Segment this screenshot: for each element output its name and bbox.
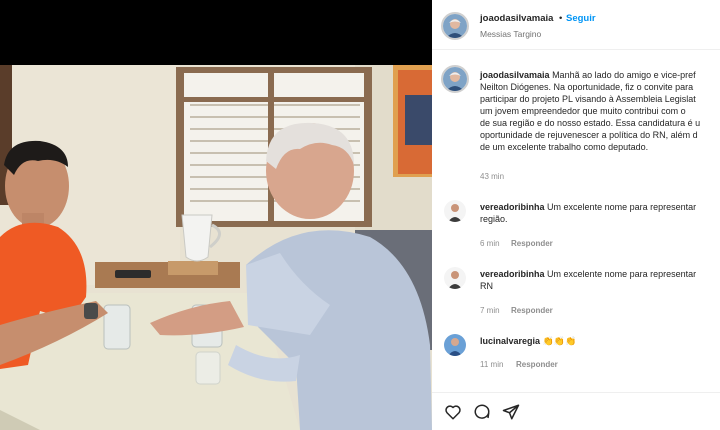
reply-button[interactable]: Responder: [511, 239, 553, 248]
avatar-image: [444, 200, 466, 222]
comment-avatar[interactable]: [444, 267, 466, 289]
comment-timestamp: 11 min: [480, 360, 504, 369]
caption-line: Neilton Diógenes. Na oportunidade, fiz o…: [480, 82, 694, 92]
share-icon[interactable]: [502, 403, 520, 421]
reply-button[interactable]: Responder: [516, 360, 558, 369]
post-actions: [432, 392, 720, 430]
comment-timestamp: 7 min: [480, 306, 500, 315]
comment: vereadoribinha Um excelente nome para re…: [480, 201, 720, 225]
header-username[interactable]: joaodasilvamaia: [480, 13, 553, 24]
avatar-image: [444, 334, 466, 356]
comment-username[interactable]: lucinalvaregia: [480, 336, 540, 346]
caption-line: joaodasilvamaia Manhã ao lado do amigo e…: [480, 69, 720, 81]
post-sidebar: joaodasilvamaia • Seguir Messias Targino…: [432, 0, 720, 430]
comment-text: região.: [480, 214, 508, 224]
avatar-image: [443, 67, 467, 91]
photo-scene: [0, 65, 432, 430]
comment-text: Um excelente nome para representar: [547, 202, 697, 212]
caption-line: de um excelente trabalho como deputado.: [480, 142, 649, 152]
avatar-image: [444, 267, 466, 289]
post-media: [0, 0, 432, 430]
caption-line: oportunidade de rejuvenescer a política …: [480, 130, 698, 140]
comment-timestamp: 6 min: [480, 239, 500, 248]
caption-line: participar do projeto PL visando à Assem…: [480, 94, 696, 104]
caption-line: um jovem empreendedor que muito contribu…: [480, 106, 686, 116]
header-separator: •: [559, 13, 563, 24]
heart-icon[interactable]: [444, 403, 462, 421]
caption-username[interactable]: joaodasilvamaia: [480, 70, 550, 80]
avatar-image: [443, 14, 467, 38]
reply-button[interactable]: Responder: [511, 306, 553, 315]
caption-avatar[interactable]: [441, 65, 469, 93]
comment-text: 👏👏👏: [542, 336, 577, 346]
profile-avatar[interactable]: [441, 12, 469, 40]
comment-text: Um excelente nome para representar: [547, 269, 697, 279]
comment: lucinalvaregia 👏👏👏: [480, 335, 720, 347]
comment-icon[interactable]: [473, 403, 491, 421]
follow-button[interactable]: Seguir: [566, 13, 596, 24]
comment: vereadoribinha Um excelente nome para re…: [480, 268, 720, 292]
comment-avatar[interactable]: [444, 200, 466, 222]
comment-text: RN: [480, 281, 493, 291]
post-header: joaodasilvamaia • Seguir Messias Targino: [432, 0, 720, 50]
caption-timestamp: 43 min: [480, 172, 505, 181]
post-photo[interactable]: [0, 65, 432, 430]
post-caption: joaodasilvamaia Manhã ao lado do amigo e…: [480, 69, 720, 153]
location-link[interactable]: Messias Targino: [480, 29, 541, 39]
caption-line: de sua região e do nosso estado. Essa ca…: [480, 118, 701, 128]
comment-username[interactable]: vereadoribinha: [480, 269, 545, 279]
comment-avatar[interactable]: [444, 334, 466, 356]
comment-username[interactable]: vereadoribinha: [480, 202, 545, 212]
caption-text: Manhã ao lado do amigo e vice-pref: [552, 70, 696, 80]
